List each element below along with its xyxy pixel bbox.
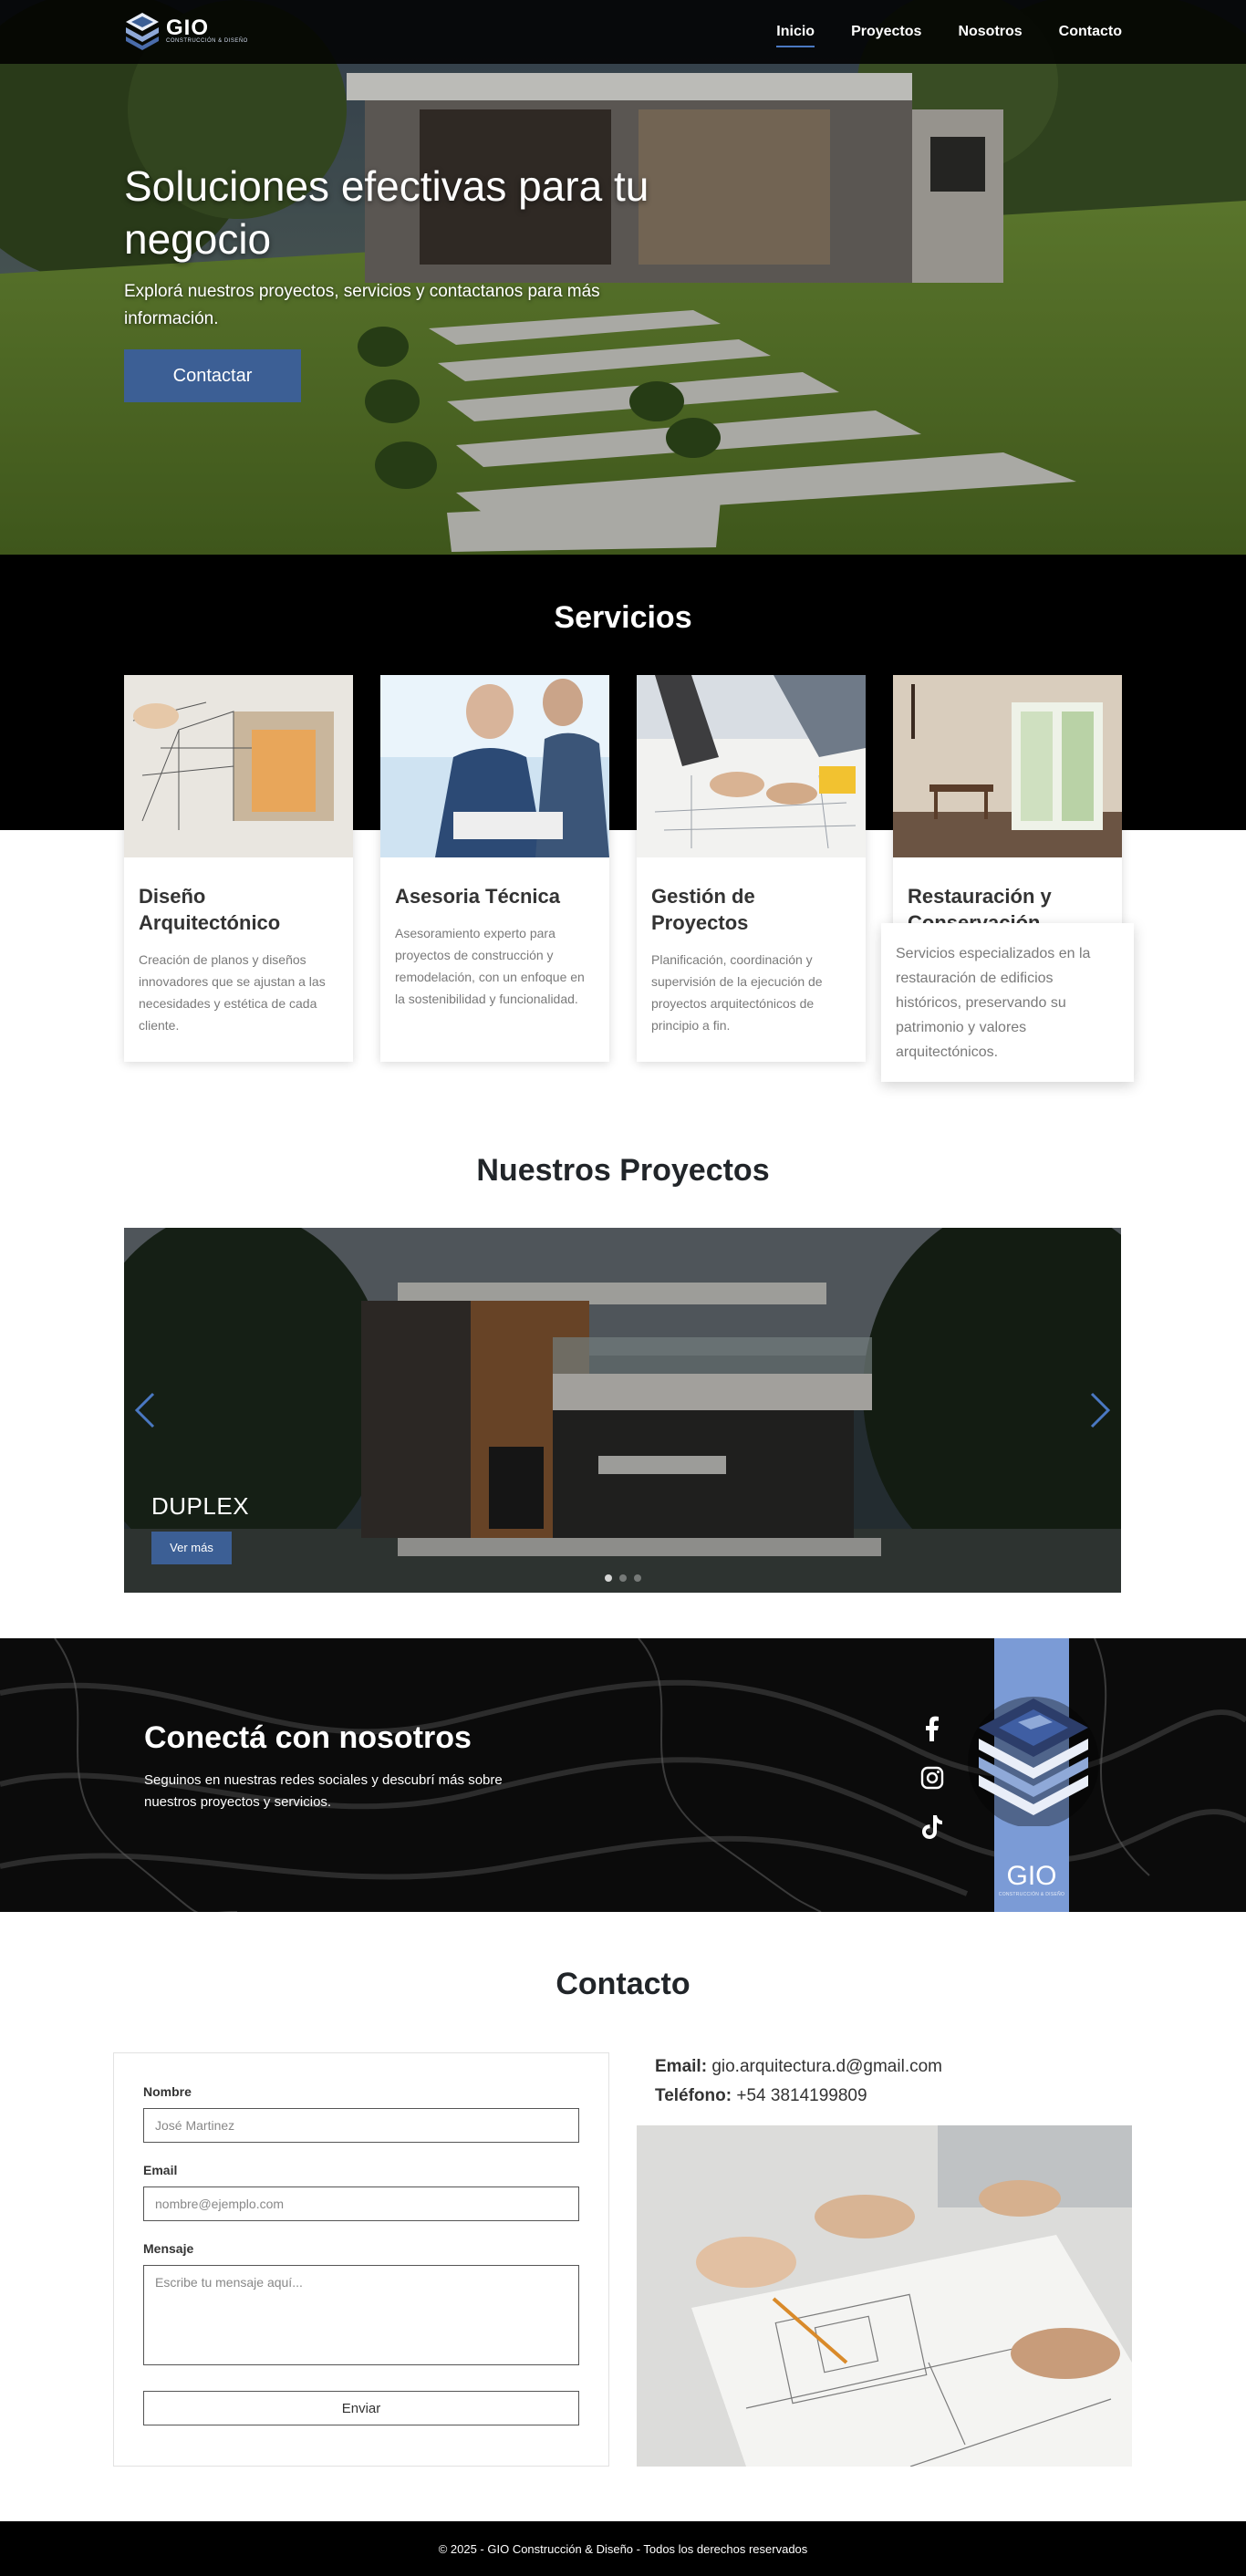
tiktok-icon[interactable] bbox=[918, 1813, 947, 1841]
contact-title: Contacto bbox=[556, 1967, 690, 2001]
service-description: Creación de planos y diseños innovadores… bbox=[139, 952, 326, 1033]
services-title: Servicios bbox=[554, 600, 692, 635]
carousel-dot[interactable] bbox=[633, 1574, 641, 1582]
contact-image-blueprints bbox=[637, 2125, 1132, 2467]
banner-logo-text: GIO bbox=[1006, 1861, 1057, 1891]
contact-email-line: Email: gio.arquitectura.d@gmail.com bbox=[655, 2052, 1129, 2082]
message-label: Mensaje bbox=[143, 2241, 194, 2256]
logo-subtext: CONSTRUCCIÓN & DISEÑO bbox=[166, 38, 248, 44]
service-card-diseno[interactable]: Diseño Arquitectónico Creación de planos… bbox=[124, 675, 353, 1062]
nav-link-proyectos[interactable]: Proyectos bbox=[851, 20, 921, 44]
nav-link-inicio[interactable]: Inicio bbox=[776, 20, 815, 47]
service-description: Asesoramiento experto para proyectos de … bbox=[395, 926, 585, 1006]
service-name: Asesoria Técnica bbox=[395, 885, 560, 908]
service-card-asesoria[interactable]: Asesoria Técnica Asesoramiento experto p… bbox=[380, 675, 609, 1062]
phone-info-label: Teléfono: bbox=[655, 2086, 732, 2105]
ver-mas-button[interactable]: Ver más bbox=[151, 1532, 232, 1564]
carousel-indicators bbox=[124, 1574, 1121, 1582]
carousel-next-arrow-icon[interactable] bbox=[1081, 1388, 1117, 1432]
facebook-icon[interactable] bbox=[918, 1715, 947, 1742]
hero-subtitle: Explorá nuestros proyectos, servicios y … bbox=[124, 282, 600, 328]
navbar: GIO CONSTRUCCIÓN & DISEÑO Inicio Proyect… bbox=[0, 0, 1246, 64]
service-card-gestion[interactable]: Gestión de Proyectos Planificación, coor… bbox=[637, 675, 866, 1062]
carousel-dot[interactable] bbox=[604, 1574, 612, 1582]
service-image-architectural-sketch bbox=[124, 675, 353, 857]
contact-cta-button[interactable]: Contactar bbox=[124, 349, 301, 402]
social-icons bbox=[918, 1715, 947, 1841]
logo-cube-icon bbox=[126, 13, 159, 50]
phone-info-value[interactable]: +54 3814199809 bbox=[736, 2086, 867, 2105]
service-image-project-planning bbox=[637, 675, 866, 857]
service-image-restored-interior bbox=[893, 675, 1122, 857]
email-info-label: Email: bbox=[655, 2057, 708, 2076]
social-subtitle: Seguinos en nuestras redes sociales y de… bbox=[144, 1772, 503, 1810]
email-info-value[interactable]: gio.arquitectura.d@gmail.com bbox=[711, 2057, 942, 2076]
service-description-popup: Servicios especializados en la restaurac… bbox=[881, 923, 1134, 1082]
carousel-caption: DUPLEX Ver más bbox=[151, 1492, 249, 1564]
carousel-slide-image-duplex bbox=[124, 1228, 1121, 1593]
service-description: Planificación, coordinación y supervisió… bbox=[651, 952, 823, 1033]
projects-carousel[interactable]: DUPLEX Ver más bbox=[124, 1228, 1121, 1593]
hero-title: Soluciones efectivas para tu negocio bbox=[124, 162, 649, 263]
slide-title: DUPLEX bbox=[151, 1492, 250, 1520]
gio-cube-logo-icon bbox=[968, 1697, 1099, 1826]
message-textarea[interactable] bbox=[143, 2265, 579, 2365]
instagram-icon[interactable] bbox=[918, 1764, 947, 1792]
submit-button[interactable]: Enviar bbox=[143, 2391, 579, 2425]
social-section: Conectá con nosotros Seguinos en nuestra… bbox=[0, 1638, 1246, 1912]
contact-form: Nombre Email Mensaje Enviar bbox=[113, 2052, 609, 2467]
banner-logo-subtext: CONSTRUCCIÓN & DISEÑO bbox=[998, 1892, 1065, 1897]
service-name: Gestión de Proyectos bbox=[651, 885, 755, 934]
nav-link-nosotros[interactable]: Nosotros bbox=[958, 20, 1022, 44]
footer-text: © 2025 - GIO Construcción & Diseño - Tod… bbox=[438, 2541, 808, 2556]
carousel-prev-arrow-icon[interactable] bbox=[128, 1388, 164, 1432]
brand-logo[interactable]: GIO CONSTRUCCIÓN & DISEÑO bbox=[124, 11, 248, 51]
carousel-dot[interactable] bbox=[618, 1574, 627, 1582]
contact-info: Email: gio.arquitectura.d@gmail.com Telé… bbox=[655, 2052, 1129, 2111]
contact-phone-line: Teléfono: +54 3814199809 bbox=[655, 2082, 1129, 2111]
footer: © 2025 - GIO Construcción & Diseño - Tod… bbox=[0, 2521, 1246, 2576]
name-label: Nombre bbox=[143, 2084, 192, 2099]
service-image-consulting bbox=[380, 675, 609, 857]
hero-section: Soluciones efectivas para tu negocio Exp… bbox=[0, 0, 1246, 555]
service-name: Diseño Arquitectónico bbox=[139, 885, 281, 934]
nav-links: Inicio Proyectos Nosotros Contacto bbox=[776, 0, 1122, 64]
hero-content: Soluciones efectivas para tu negocio Exp… bbox=[124, 160, 690, 402]
logo-text: GIO bbox=[166, 16, 210, 40]
nav-link-contacto[interactable]: Contacto bbox=[1059, 20, 1122, 44]
name-input[interactable] bbox=[143, 2108, 579, 2143]
social-title: Conectá con nosotros bbox=[144, 1720, 472, 1755]
email-input[interactable] bbox=[143, 2186, 579, 2221]
projects-title: Nuestros Proyectos bbox=[476, 1153, 770, 1188]
email-label: Email bbox=[143, 2163, 178, 2177]
